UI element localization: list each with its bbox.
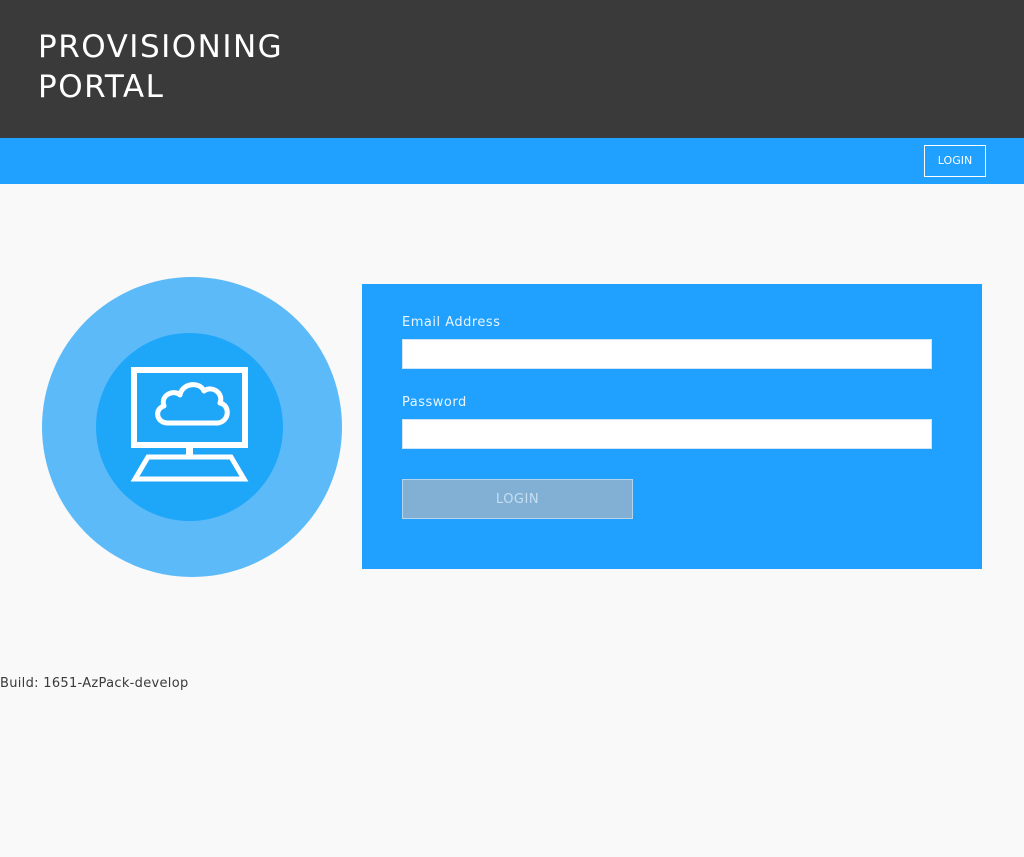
app-title-line-2: PORTAL — [38, 69, 165, 105]
hero-circle — [42, 277, 342, 577]
login-panel: Email Address Password LOGIN — [362, 284, 982, 569]
app-title-line-1: PROVISIONING — [38, 29, 284, 65]
build-info: Build: 1651-AzPack-develop — [0, 676, 189, 691]
email-field[interactable] — [402, 339, 932, 369]
app-title: PROVISIONING PORTAL — [38, 27, 283, 107]
password-field[interactable] — [402, 419, 932, 449]
monitor-cloud-icon — [130, 367, 249, 482]
password-label: Password — [402, 395, 467, 410]
hero-inner-circle — [96, 333, 283, 521]
top-navbar: LOGIN — [0, 138, 1024, 184]
email-label: Email Address — [402, 315, 501, 330]
nav-login-button[interactable]: LOGIN — [924, 145, 986, 177]
page-header: PROVISIONING PORTAL — [0, 0, 1024, 138]
login-submit-button[interactable]: LOGIN — [402, 479, 633, 519]
